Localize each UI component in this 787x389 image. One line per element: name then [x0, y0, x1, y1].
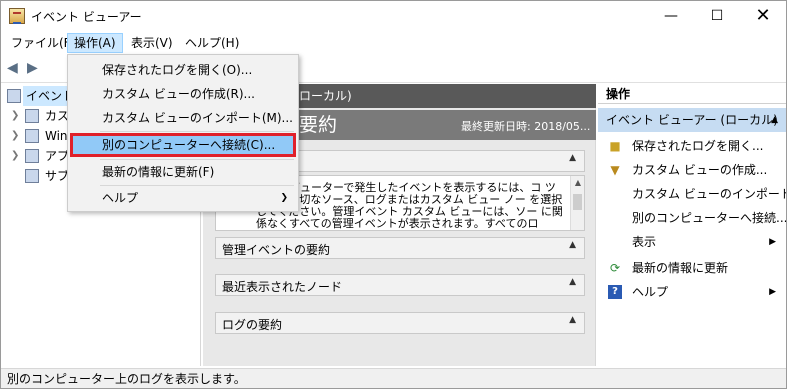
tree-item-subscriptions[interactable]: サブ — [1, 166, 71, 186]
subscription-icon — [25, 169, 39, 183]
tree-item-root[interactable]: イベント — [1, 86, 78, 106]
window-title: イベント ビューアー — [31, 10, 142, 24]
expand-arrow-icon[interactable]: ❯ — [11, 126, 19, 146]
action-connect-other-computer[interactable]: 別のコンピューターへ接続... — [598, 206, 786, 230]
tree-item-windows-logs[interactable]: ❯ Win — [1, 126, 71, 146]
overview-text: のコンピューターで発生したイベントを表示するには、コ ツリーで適切なソース、ログ… — [256, 181, 563, 230]
menu-refresh[interactable]: 最新の情報に更新(F) — [70, 160, 296, 184]
folder-icon: ■ — [609, 139, 621, 153]
status-text: 別のコンピューター上のログを表示します。 — [7, 372, 246, 386]
help-icon: ? — [608, 285, 622, 299]
filter-icon: ▼ — [610, 163, 620, 177]
expand-arrow-icon[interactable]: ❯ — [11, 106, 19, 126]
collapse-caret-icon[interactable]: ▲ — [569, 277, 576, 287]
last-updated: 最終更新日時: 2018/05... — [461, 120, 591, 133]
collapse-caret-icon[interactable]: ▲ — [569, 240, 576, 250]
collapse-caret-icon[interactable]: ▲ — [569, 153, 576, 163]
status-bar: 別のコンピューター上のログを表示します。 — [1, 368, 786, 388]
menu-view[interactable]: 表示(V) — [125, 33, 179, 53]
close-button[interactable]: ✕ — [740, 1, 786, 31]
actions-pane: 操作 イベント ビューアー (ローカル) ▲ ■ 保存されたログを開く... ▼… — [598, 84, 786, 366]
actions-header: 操作 — [598, 84, 786, 104]
submenu-arrow-icon: ❯ — [280, 193, 288, 203]
menu-create-custom-view[interactable]: カスタム ビューの作成(R)... — [70, 82, 296, 106]
summary-title: 要約 — [299, 114, 338, 136]
back-arrow-icon[interactable]: ◀ — [7, 61, 23, 75]
submenu-arrow-icon: ▶ — [769, 237, 776, 247]
refresh-icon: ⟳ — [609, 261, 621, 275]
minimize-button[interactable]: — — [648, 1, 694, 31]
action-menu-dropdown: 保存されたログを開く(O)... カスタム ビューの作成(R)... カスタム … — [67, 54, 299, 212]
maximize-button[interactable]: ☐ — [694, 1, 740, 31]
title-bar: イベント ビューアー — ☐ ✕ — [1, 1, 786, 31]
event-viewer-icon — [7, 89, 21, 103]
section-recent-nodes[interactable]: 最近表示されたノード ▲ — [215, 274, 585, 296]
action-import-custom-view[interactable]: カスタム ビューのインポート... — [598, 182, 786, 206]
folder-icon — [25, 109, 39, 123]
action-refresh[interactable]: ⟳ 最新の情報に更新 — [598, 256, 786, 280]
section-log-summary[interactable]: ログの要約 ▲ — [215, 312, 585, 334]
folder-icon — [25, 129, 39, 143]
menu-action[interactable]: 操作(A) — [67, 33, 123, 53]
menu-help-submenu[interactable]: ヘルプ ❯ — [70, 186, 296, 210]
submenu-arrow-icon: ▶ — [769, 287, 776, 297]
menu-open-saved-log[interactable]: 保存されたログを開く(O)... — [70, 58, 296, 82]
expand-arrow-icon[interactable]: ❯ — [11, 146, 19, 166]
action-open-saved-log[interactable]: ■ 保存されたログを開く... — [598, 134, 786, 158]
menu-import-custom-view[interactable]: カスタム ビューのインポート(M)... — [70, 106, 296, 130]
menu-bar: ファイル(F) 操作(A) 表示(V) ヘルプ(H) — [1, 31, 786, 55]
section-admin-events[interactable]: 管理イベントの要約 ▲ — [215, 237, 585, 259]
action-view[interactable]: 表示 ▶ — [598, 230, 786, 254]
menu-help[interactable]: ヘルプ(H) — [179, 33, 245, 53]
action-create-custom-view[interactable]: ▼ カスタム ビューの作成... — [598, 158, 786, 182]
collapse-caret-icon[interactable]: ▲ — [771, 108, 778, 132]
action-help[interactable]: ? ヘルプ ▶ — [598, 280, 786, 304]
menu-connect-other-computer[interactable]: 別のコンピューターへ接続(C)... — [70, 133, 296, 157]
scroll-thumb[interactable] — [573, 194, 582, 210]
tree-item-app-logs[interactable]: ❯ アプ — [1, 146, 71, 166]
tree-item-custom-views[interactable]: ❯ カス — [1, 106, 71, 126]
scroll-up-icon[interactable]: ▲ — [575, 178, 581, 187]
event-viewer-window: イベント ビューアー — ☐ ✕ ファイル(F) 操作(A) 表示(V) ヘルプ… — [0, 0, 787, 389]
folder-icon — [25, 149, 39, 163]
overview-scrollbar[interactable]: ▲ — [570, 176, 584, 230]
collapse-caret-icon[interactable]: ▲ — [569, 315, 576, 325]
actions-group-header[interactable]: イベント ビューアー (ローカル) ▲ — [598, 108, 786, 132]
event-viewer-app-icon — [9, 8, 25, 24]
menu-separator — [100, 131, 294, 132]
forward-arrow-icon[interactable]: ▶ — [27, 61, 43, 75]
